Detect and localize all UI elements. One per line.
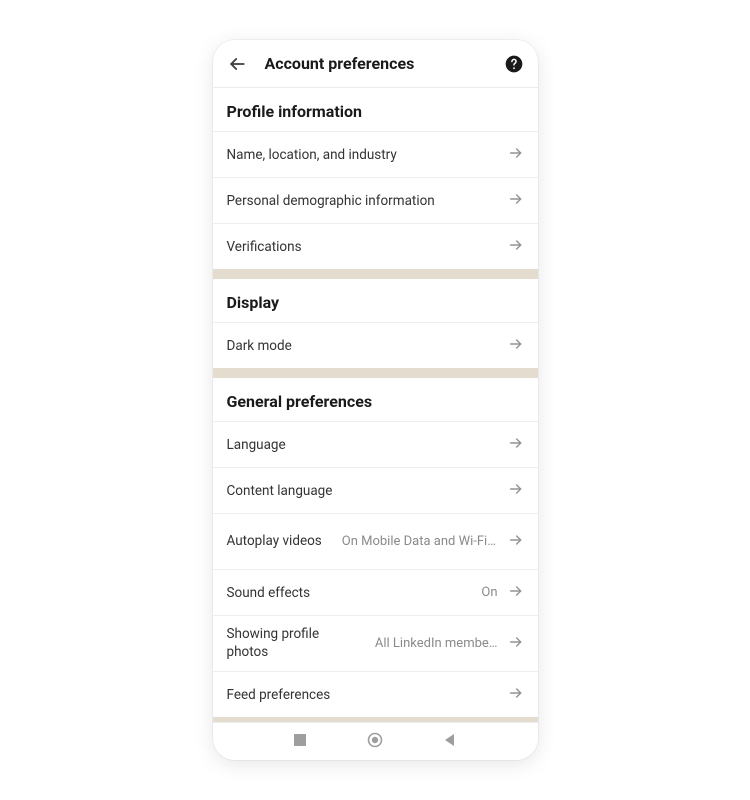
back-arrow-icon[interactable] bbox=[227, 54, 247, 74]
section-header-general: General preferences bbox=[213, 378, 538, 421]
nav-home-icon[interactable] bbox=[367, 732, 383, 752]
row-verifications[interactable]: Verifications bbox=[213, 223, 538, 269]
phone-frame: Account preferences Profile information … bbox=[213, 40, 538, 760]
page-title: Account preferences bbox=[265, 54, 486, 73]
section-display: Display Dark mode bbox=[213, 279, 538, 368]
chevron-right-icon bbox=[508, 237, 524, 257]
row-language[interactable]: Language bbox=[213, 421, 538, 467]
chevron-right-icon bbox=[508, 191, 524, 211]
row-autoplay-videos[interactable]: Autoplay videos On Mobile Data and Wi-Fi… bbox=[213, 513, 538, 569]
row-value: On bbox=[481, 585, 497, 600]
nav-back-icon[interactable] bbox=[443, 732, 457, 751]
section-header-profile: Profile information bbox=[213, 88, 538, 131]
row-feed-preferences[interactable]: Feed preferences bbox=[213, 671, 538, 717]
row-label: Autoplay videos bbox=[227, 533, 322, 551]
row-label: Verifications bbox=[227, 239, 302, 255]
section-profile-information: Profile information Name, location, and … bbox=[213, 88, 538, 269]
section-header-display: Display bbox=[213, 279, 538, 322]
chevron-right-icon bbox=[508, 532, 524, 552]
row-label: Language bbox=[227, 437, 286, 453]
content-scroll: Profile information Name, location, and … bbox=[213, 88, 538, 722]
row-name-location-industry[interactable]: Name, location, and industry bbox=[213, 131, 538, 177]
row-demographic-information[interactable]: Personal demographic information bbox=[213, 177, 538, 223]
row-value: All LinkedIn membe… bbox=[375, 636, 498, 651]
nav-recent-icon[interactable] bbox=[293, 732, 307, 751]
chevron-right-icon bbox=[508, 435, 524, 455]
row-label: Sound effects bbox=[227, 585, 311, 601]
row-value: On Mobile Data and Wi-Fi Co… bbox=[342, 534, 498, 549]
help-icon[interactable] bbox=[504, 54, 524, 74]
row-label: Showing profile photos bbox=[227, 626, 347, 661]
row-content-language[interactable]: Content language bbox=[213, 467, 538, 513]
chevron-right-icon bbox=[508, 145, 524, 165]
chevron-right-icon bbox=[508, 685, 524, 705]
chevron-right-icon bbox=[508, 634, 524, 654]
row-label: Dark mode bbox=[227, 338, 292, 354]
chevron-right-icon bbox=[508, 481, 524, 501]
row-sound-effects[interactable]: Sound effects On bbox=[213, 569, 538, 615]
row-label: Feed preferences bbox=[227, 687, 331, 703]
chevron-right-icon bbox=[508, 336, 524, 356]
row-label: Name, location, and industry bbox=[227, 147, 397, 163]
row-dark-mode[interactable]: Dark mode bbox=[213, 322, 538, 368]
row-label: Personal demographic information bbox=[227, 193, 435, 209]
section-general-preferences: General preferences Language Content lan… bbox=[213, 378, 538, 717]
app-header: Account preferences bbox=[213, 40, 538, 88]
chevron-right-icon bbox=[508, 583, 524, 603]
system-nav-bar bbox=[213, 722, 538, 760]
row-showing-profile-photos[interactable]: Showing profile photos All LinkedIn memb… bbox=[213, 615, 538, 671]
row-label: Content language bbox=[227, 483, 333, 499]
